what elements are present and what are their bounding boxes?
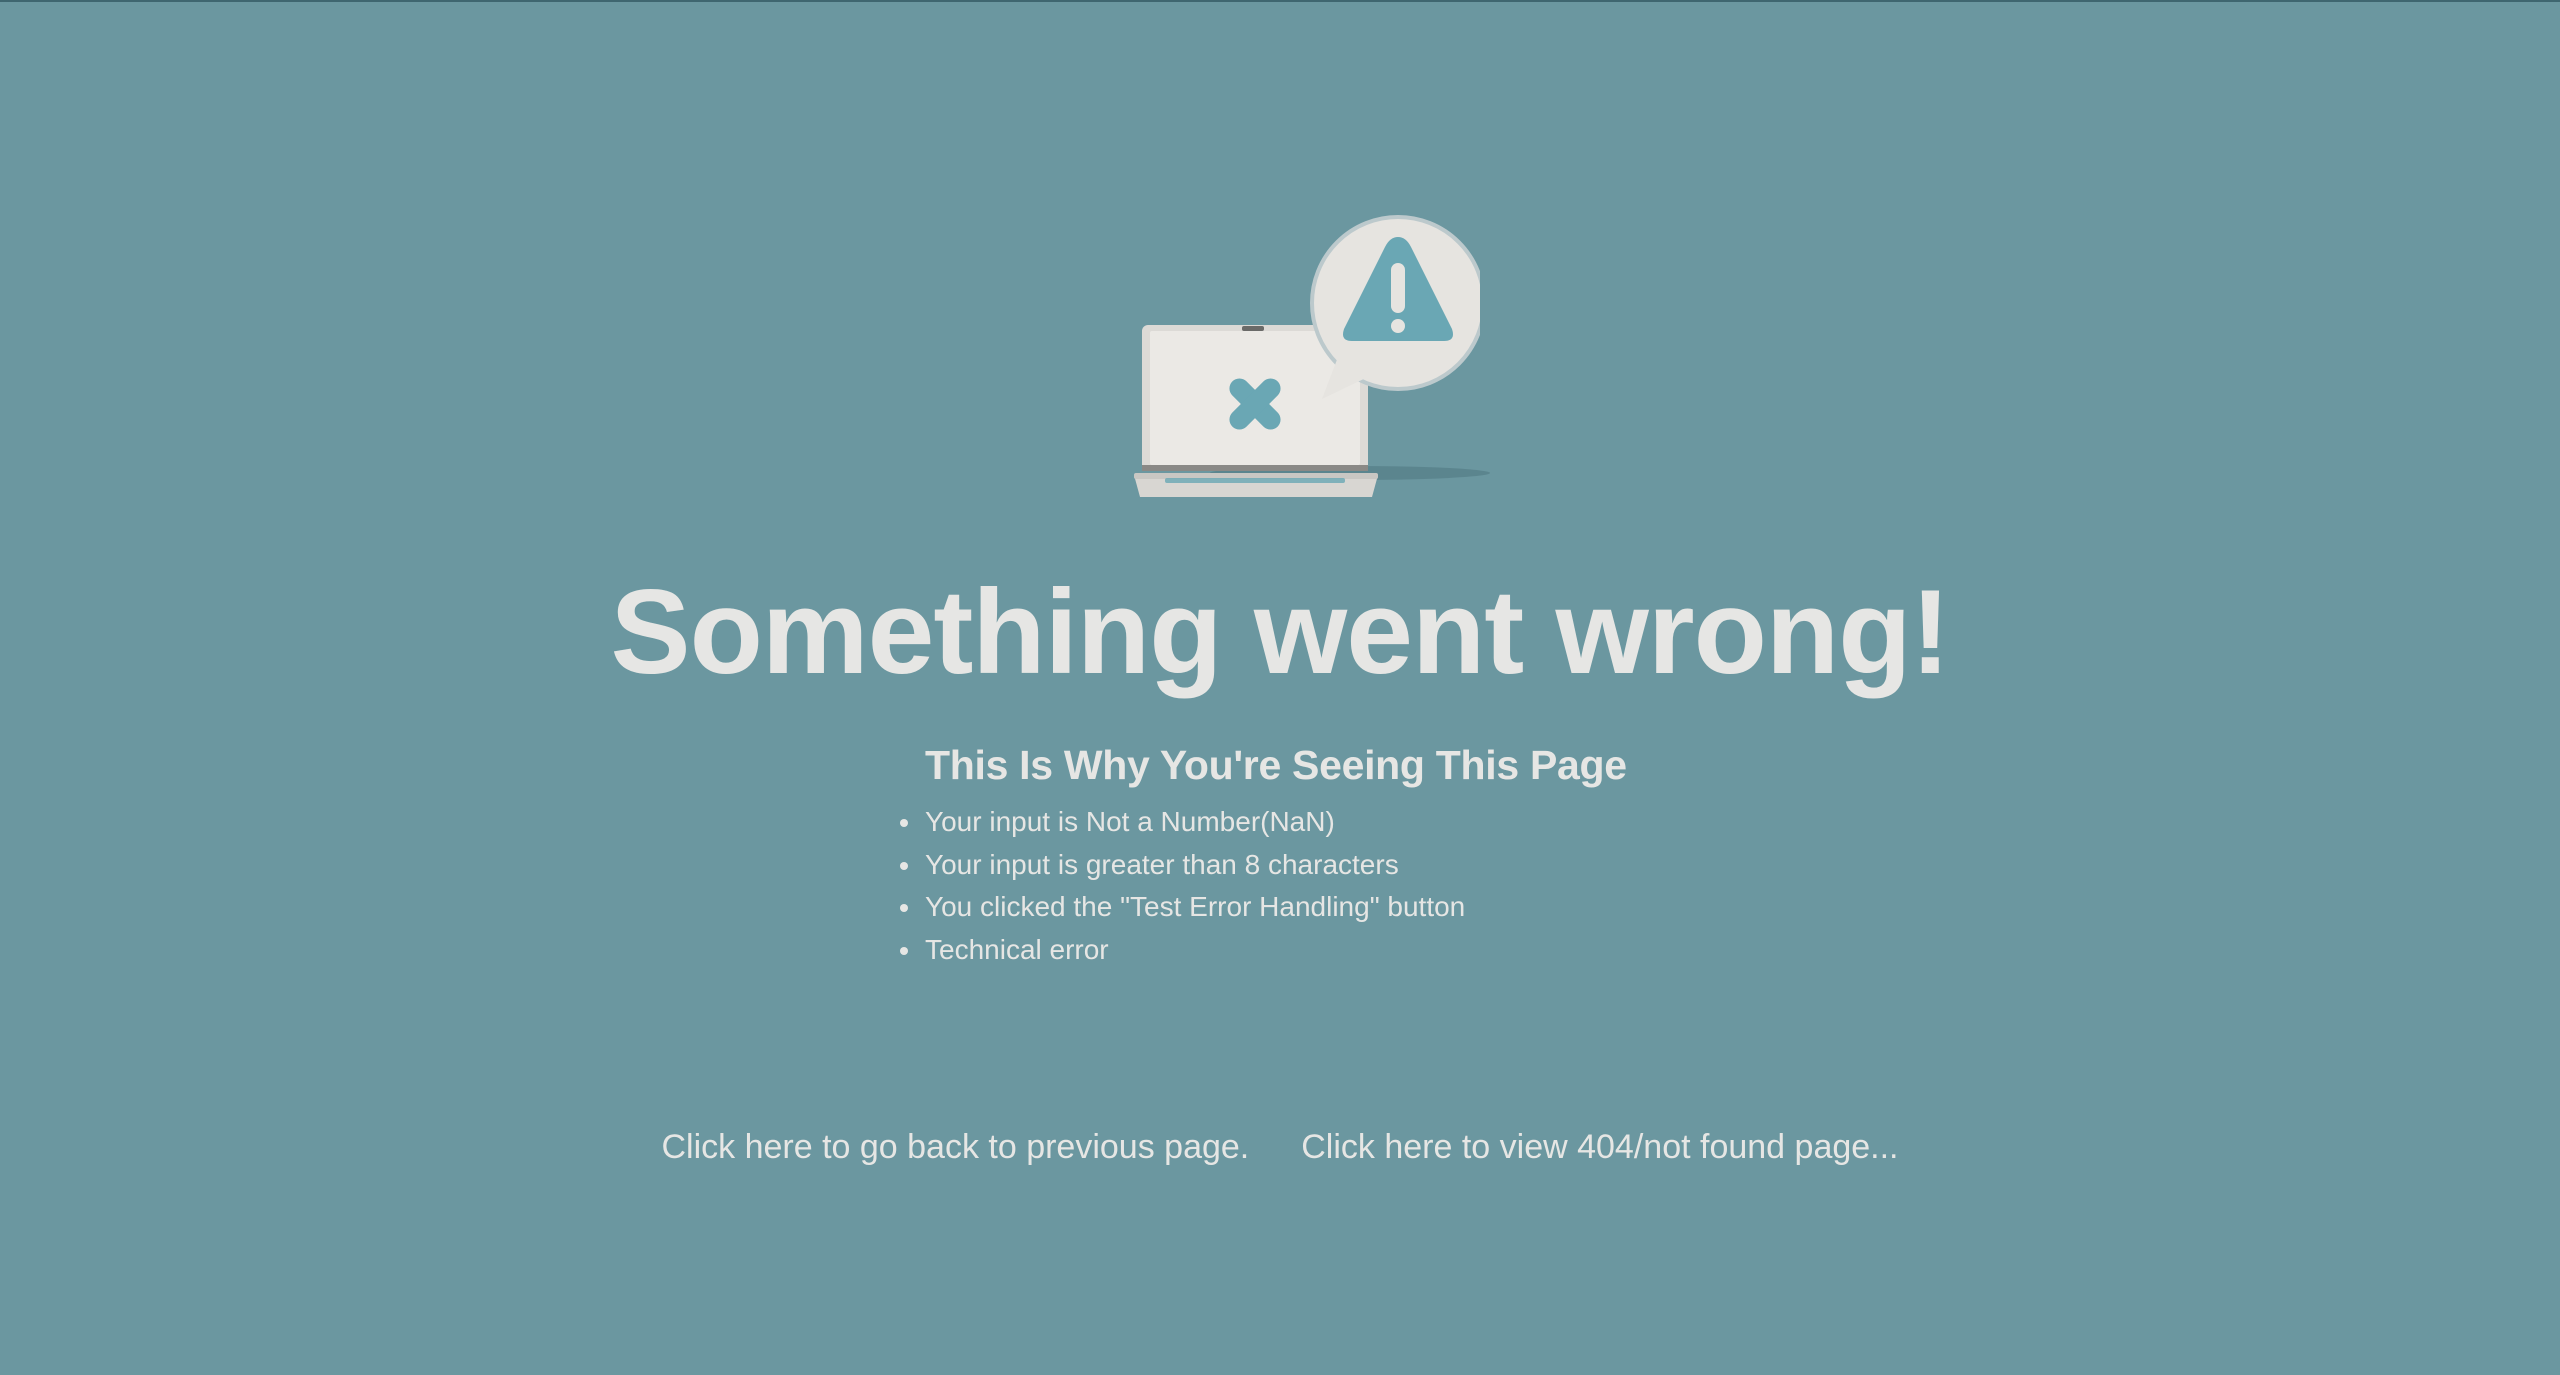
error-illustration	[1120, 207, 1520, 507]
list-item: Your input is greater than 8 characters	[900, 844, 1825, 887]
list-item: You clicked the "Test Error Handling" bu…	[900, 886, 1825, 929]
list-item: Your input is Not a Number(NaN)	[900, 801, 1825, 844]
warning-triangle-speech-bubble-icon	[1310, 215, 1480, 399]
go-back-link[interactable]: Click here to go back to previous page.	[661, 1122, 1249, 1172]
list-item: Technical error	[900, 929, 1825, 972]
error-page: Something went wrong! This Is Why You're…	[0, 0, 2560, 1375]
reasons-list: Your input is Not a Number(NaN) Your inp…	[900, 801, 1825, 972]
reasons-heading: This Is Why You're Seeing This Page	[925, 742, 1627, 788]
reasons-section: This Is Why You're Seeing This Page Your…	[900, 737, 1825, 972]
navigation-links: Click here to go back to previous page. …	[0, 1122, 2560, 1172]
page-title: Something went wrong!	[610, 565, 1951, 699]
not-found-page-link[interactable]: Click here to view 404/not found page...	[1301, 1122, 1898, 1172]
